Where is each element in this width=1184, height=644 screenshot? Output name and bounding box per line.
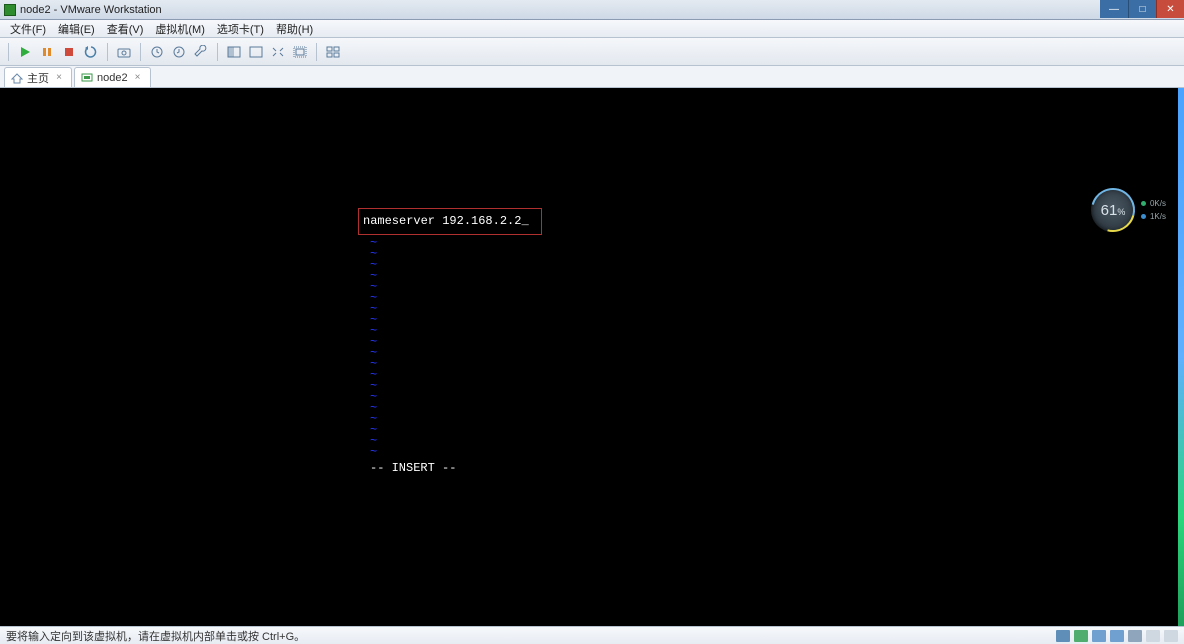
perf-gauge-widget[interactable]: 61% 0K/s 1K/s (1091, 188, 1166, 232)
text-cursor: _ (521, 216, 528, 227)
snapshot-manage-button[interactable] (191, 42, 211, 62)
perf-gauge: 61% (1091, 188, 1135, 232)
tray-usb-icon[interactable] (1110, 630, 1124, 642)
snapshot-revert-button[interactable] (169, 42, 189, 62)
download-dot-icon (1141, 214, 1146, 219)
download-rate: 1K/s (1150, 212, 1166, 221)
tab-node2[interactable]: node2 × (74, 67, 151, 87)
menu-file[interactable]: 文件(F) (4, 20, 52, 38)
toolbar-separator (316, 43, 317, 61)
camera-icon (117, 46, 131, 58)
tab-node2-label: node2 (97, 72, 128, 84)
vm-icon (81, 72, 93, 84)
tray-printer-icon[interactable] (1146, 630, 1160, 642)
thumbnail-button[interactable] (323, 42, 343, 62)
toolbar-separator (107, 43, 108, 61)
clock-icon (150, 45, 164, 59)
window-controls: — □ ✕ (1100, 0, 1184, 18)
tab-home[interactable]: 主页 × (4, 67, 72, 87)
stop-button[interactable] (59, 42, 79, 62)
power-on-button[interactable] (15, 42, 35, 62)
tray-net-icon[interactable] (1092, 630, 1106, 642)
editor-tilde: ~ (370, 447, 377, 458)
guest-display[interactable]: nameserver 192.168.2.2_ ~~~~~~~~~~~~~~~~… (0, 88, 1184, 626)
upload-dot-icon (1141, 201, 1146, 206)
tray-cd-icon[interactable] (1074, 630, 1088, 642)
tray-hdd-icon[interactable] (1056, 630, 1070, 642)
menu-edit[interactable]: 编辑(E) (52, 20, 101, 38)
menu-bar: 文件(F) 编辑(E) 查看(V) 虚拟机(M) 选项卡(T) 帮助(H) (0, 20, 1184, 38)
fullscreen-button[interactable] (224, 42, 244, 62)
status-hint: 要将输入定向到该虚拟机，请在虚拟机内部单击或按 Ctrl+G。 (6, 628, 305, 644)
snapshot-take-button[interactable] (147, 42, 167, 62)
app-icon (4, 4, 16, 16)
maximize-button[interactable]: □ (1128, 0, 1156, 18)
restart-button[interactable] (81, 42, 101, 62)
status-tray (1056, 630, 1178, 642)
tray-sound-icon[interactable] (1128, 630, 1142, 642)
tray-display-icon[interactable] (1164, 630, 1178, 642)
clock-back-icon (172, 45, 186, 59)
status-bar: 要将输入定向到该虚拟机，请在虚拟机内部单击或按 Ctrl+G。 (0, 626, 1184, 644)
restart-icon (84, 45, 98, 59)
play-icon (19, 46, 31, 58)
suspend-button[interactable] (37, 42, 57, 62)
unity-button[interactable] (246, 42, 266, 62)
window-title: node2 - VMware Workstation (20, 4, 162, 16)
pause-icon (41, 46, 53, 58)
stretch-button[interactable] (290, 42, 310, 62)
stretch-icon (293, 46, 307, 58)
window-titlebar: node2 - VMware Workstation — □ ✕ (0, 0, 1184, 20)
close-button[interactable]: ✕ (1156, 0, 1184, 18)
editor-status-line: -- INSERT -- (370, 463, 456, 474)
menu-vm[interactable]: 虚拟机(M) (149, 20, 211, 38)
toolbar-separator (140, 43, 141, 61)
unity-icon (249, 46, 263, 58)
thumbnail-icon (326, 46, 340, 58)
home-icon (11, 72, 23, 84)
toolbar-separator (217, 43, 218, 61)
editor-content-line: nameserver 192.168.2.2 (363, 214, 521, 228)
minimize-button[interactable]: — (1100, 0, 1128, 18)
tab-strip: 主页 × node2 × (0, 66, 1184, 88)
tab-home-label: 主页 (27, 70, 49, 86)
editor-tilde-lines: ~~~~~~~~~~~~~~~~~~~~ (370, 238, 377, 458)
menu-tabs[interactable]: 选项卡(T) (211, 20, 270, 38)
upload-rate: 0K/s (1150, 199, 1166, 208)
vertical-scrollbar[interactable] (1178, 88, 1184, 626)
toolbar (0, 38, 1184, 66)
perf-gauge-value: 61% (1101, 202, 1126, 219)
perf-net-rates: 0K/s 1K/s (1141, 199, 1166, 221)
tab-home-close[interactable]: × (53, 72, 65, 84)
menu-help[interactable]: 帮助(H) (270, 20, 319, 38)
stop-icon (63, 46, 75, 58)
snapshot-button[interactable] (114, 42, 134, 62)
fit-guest-button[interactable] (268, 42, 288, 62)
fullscreen-icon (227, 46, 241, 58)
editor-highlight-box: nameserver 192.168.2.2_ (358, 208, 542, 235)
wrench-icon (194, 45, 208, 59)
toolbar-separator (8, 43, 9, 61)
tab-node2-close[interactable]: × (132, 72, 144, 84)
fit-icon (271, 46, 285, 58)
menu-view[interactable]: 查看(V) (101, 20, 150, 38)
